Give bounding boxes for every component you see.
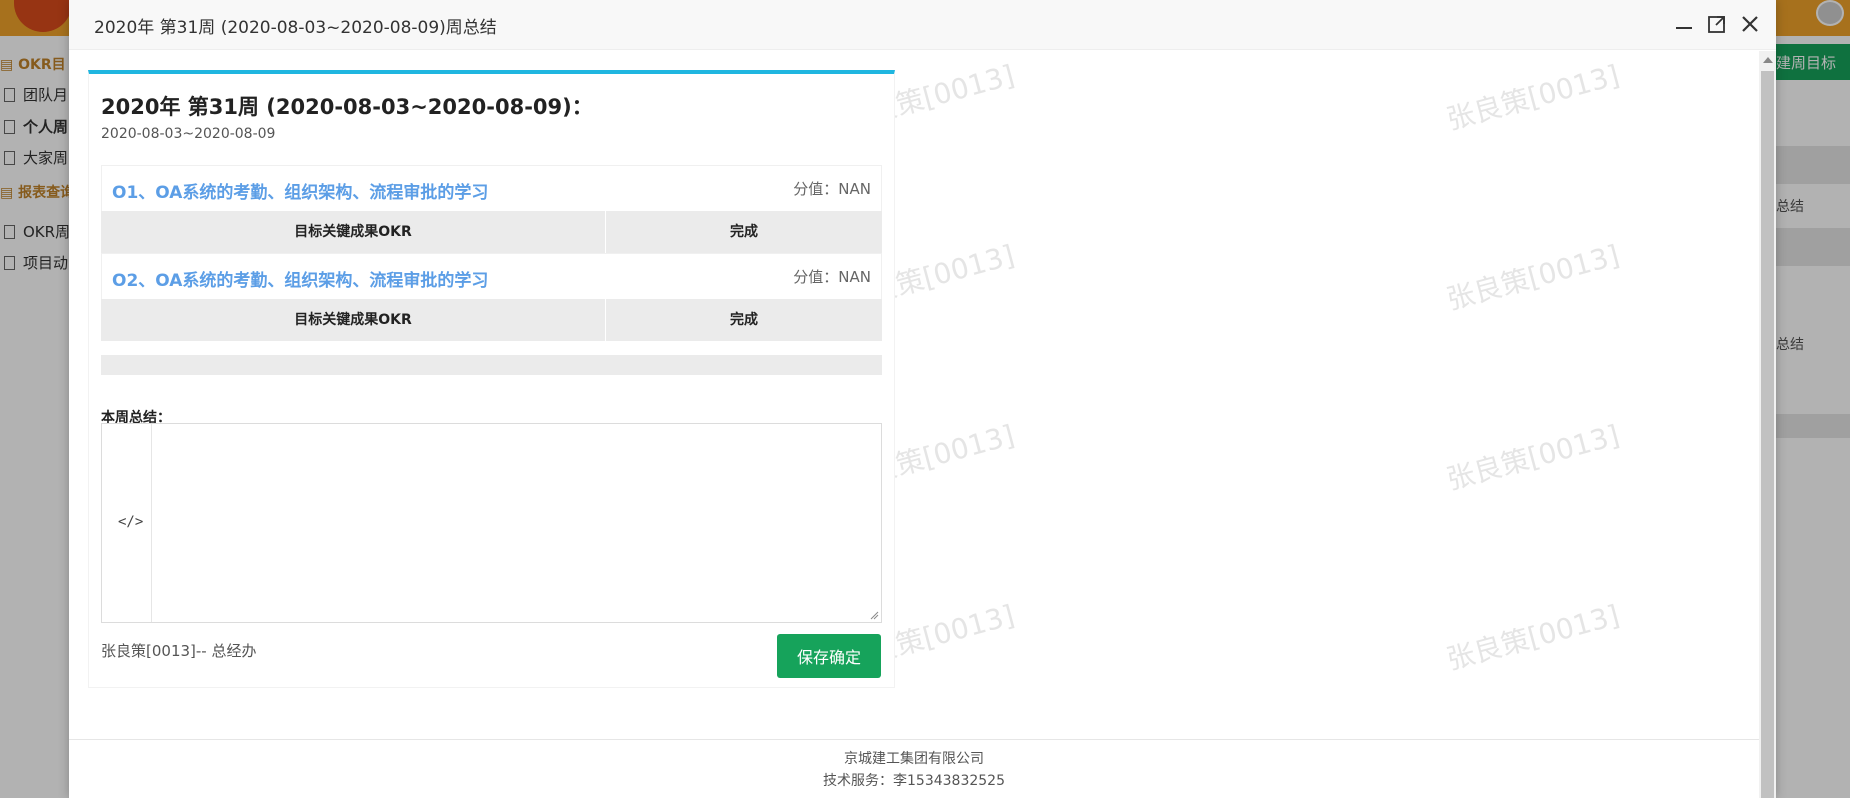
watermark: 张良策[0013]	[1443, 418, 1623, 497]
dialog-scrollbar[interactable]	[1759, 51, 1776, 798]
objective-header: O1、OA系统的考勤、组织架构、流程审批的学习 分值：NAN	[101, 165, 882, 211]
weekly-summary-dialog: 2020年 第31周 (2020-08-03~2020-08-09)周总结 张良…	[69, 0, 1776, 798]
column-header-done: 完成	[730, 224, 758, 240]
summary-editor: </>	[101, 423, 882, 623]
objective-title[interactable]: O1、OA系统的考勤、组织架构、流程审批的学习	[112, 178, 488, 203]
objective-table-header: 目标关键成果OKR 完成	[101, 299, 882, 341]
column-header-okr: 目标关键成果OKR	[101, 299, 606, 341]
scroll-thumb[interactable]	[1761, 71, 1774, 798]
objective-header: O2、OA系统的考勤、组织架构、流程审批的学习 分值：NAN	[101, 253, 882, 299]
scroll-up-arrow-icon[interactable]	[1763, 57, 1773, 63]
objective-score: 分值：NAN	[793, 268, 871, 286]
summary-textarea[interactable]	[153, 424, 881, 622]
close-icon[interactable]	[1739, 13, 1761, 35]
save-confirm-button[interactable]: 保存确定	[777, 634, 881, 678]
watermark: 张良策[0013]	[1443, 58, 1623, 137]
objective-table-header: 目标关键成果OKR 完成	[101, 211, 882, 253]
watermark: 张良策[0013]	[1443, 238, 1623, 317]
objective-block: O2、OA系统的考勤、组织架构、流程审批的学习 分值：NAN 目标关键成果OKR…	[101, 253, 882, 341]
editor-toolbar: </>	[102, 424, 152, 622]
footer-support: 技术服务：李15343832525	[823, 773, 1005, 789]
author-info: 张良策[0013]-- 总经办	[101, 642, 257, 660]
week-heading: 2020年 第31周 (2020-08-03~2020-08-09)：	[101, 95, 593, 119]
footer-divider	[69, 739, 1759, 740]
dialog-header: 2020年 第31周 (2020-08-03~2020-08-09)周总结	[69, 0, 1776, 50]
dialog-title: 2020年 第31周 (2020-08-03~2020-08-09)周总结	[94, 18, 497, 38]
table-footer-row	[101, 355, 882, 375]
objective-title[interactable]: O2、OA系统的考勤、组织架构、流程审批的学习	[112, 266, 488, 291]
footer-company: 京城建工集团有限公司	[844, 751, 984, 767]
dialog-body: 张良策[0013] 张良策[0013] 张良策[0013] 张良策[0013] …	[69, 51, 1759, 798]
column-header-done: 完成	[730, 312, 758, 328]
column-header-okr: 目标关键成果OKR	[101, 211, 606, 253]
code-view-icon[interactable]: </>	[118, 514, 143, 530]
minimize-icon[interactable]	[1673, 13, 1695, 35]
watermark: 张良策[0013]	[1443, 598, 1623, 677]
summary-card: 2020年 第31周 (2020-08-03~2020-08-09)： 2020…	[88, 70, 895, 688]
resize-handle-icon[interactable]	[869, 610, 879, 620]
objective-block: O1、OA系统的考勤、组织架构、流程审批的学习 分值：NAN 目标关键成果OKR…	[101, 165, 882, 253]
maximize-icon[interactable]	[1706, 13, 1728, 35]
objective-score: 分值：NAN	[793, 180, 871, 198]
week-date-range: 2020-08-03~2020-08-09	[101, 126, 276, 142]
